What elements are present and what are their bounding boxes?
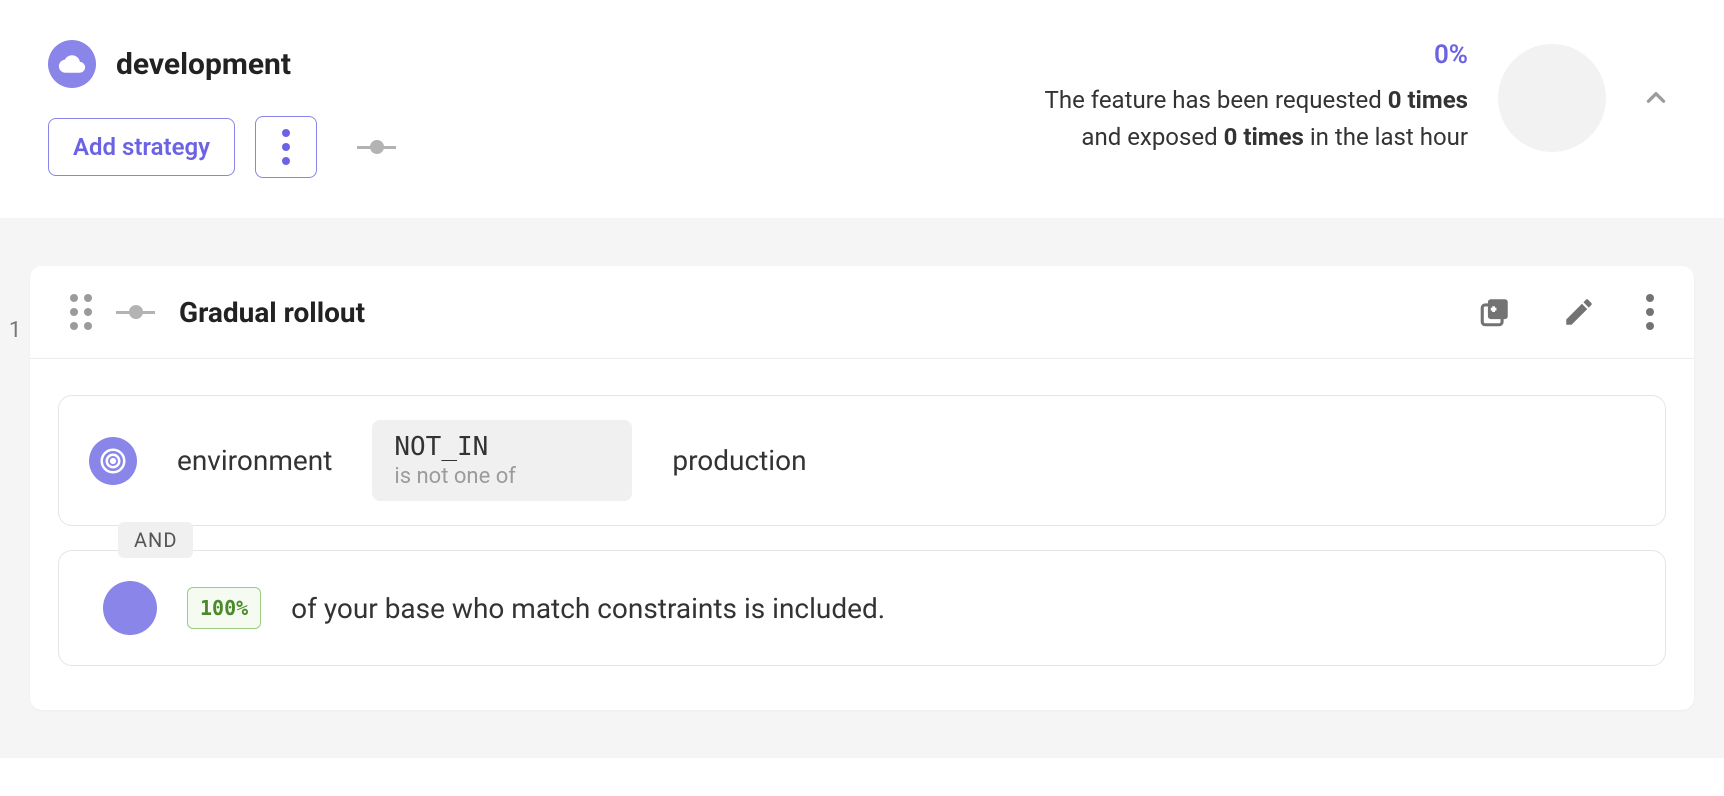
cloud-icon (48, 40, 96, 88)
more-menu-button[interactable] (255, 116, 317, 178)
constraint-field: environment (177, 444, 332, 477)
stats-exposed-times: 0 times (1224, 123, 1304, 151)
target-icon (89, 437, 137, 485)
environment-name: development (116, 47, 291, 82)
and-joiner: AND (118, 522, 193, 558)
strategy-index: 1 (0, 266, 30, 710)
stats-line2-prefix: and exposed (1081, 123, 1223, 151)
copy-button[interactable] (1478, 295, 1512, 329)
rollout-row: 100% of your base who match constraints … (58, 550, 1666, 666)
strategy-name: Gradual rollout (179, 296, 365, 329)
strategy-more-menu[interactable] (1646, 294, 1654, 330)
stats-percent: 0% (1045, 40, 1468, 70)
add-strategy-button[interactable]: Add strategy (48, 118, 235, 176)
rollout-percent-badge: 100% (187, 587, 261, 629)
rollout-text: of your base who match constraints is in… (291, 592, 885, 625)
rollout-indicator-icon (103, 581, 157, 635)
drag-handle-icon[interactable] (70, 294, 92, 330)
collapse-chevron-icon[interactable] (1636, 78, 1676, 118)
constraint-row: environment NOT_IN is not one of product… (58, 395, 1666, 526)
strategy-card: Gradual rollout (30, 266, 1694, 710)
stats-line2-suffix: in the last hour (1304, 123, 1468, 151)
operator-code: NOT_IN (394, 432, 602, 462)
stats-block: 0% The feature has been requested 0 time… (1045, 40, 1468, 156)
environment-header: development Add strategy 0% The feature … (0, 0, 1724, 218)
strategy-node-icon (357, 140, 396, 154)
edit-button[interactable] (1562, 295, 1596, 329)
constraint-value: production (672, 444, 806, 477)
operator-description: is not one of (394, 464, 602, 489)
stats-requested-times: 0 times (1388, 86, 1468, 114)
stats-line1-prefix: The feature has been requested (1045, 86, 1388, 114)
constraint-operator: NOT_IN is not one of (372, 420, 632, 501)
strategy-node-icon (116, 305, 155, 319)
metrics-circle (1498, 44, 1606, 152)
